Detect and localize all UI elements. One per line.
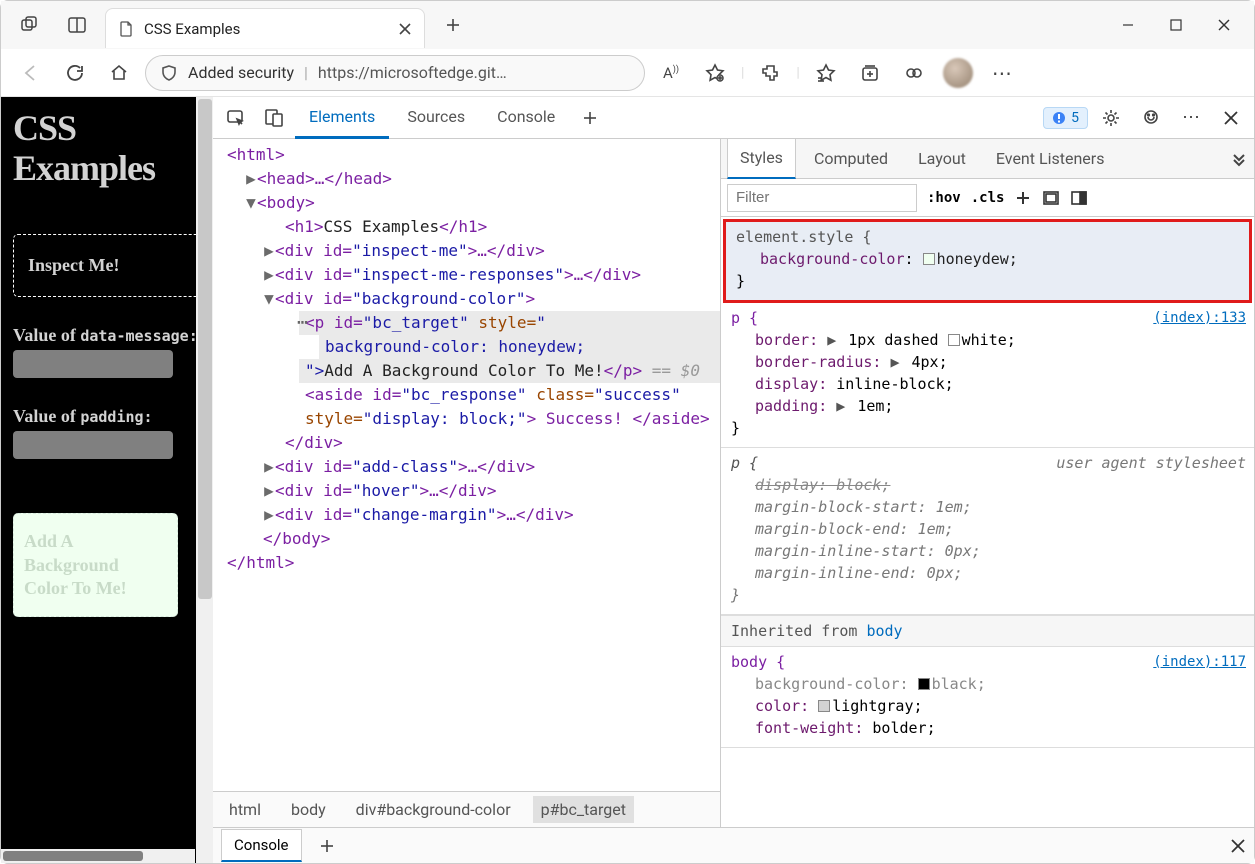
drawer-add-icon[interactable] — [310, 829, 344, 863]
toggle-rendering-icon[interactable] — [1070, 189, 1088, 207]
tab-sources[interactable]: Sources — [393, 97, 479, 139]
split-screen-icon[interactable] — [57, 5, 97, 45]
close-drawer-icon[interactable] — [1230, 838, 1246, 854]
breadcrumb-p[interactable]: p#bc_target — [533, 796, 634, 823]
close-tab-icon[interactable] — [398, 22, 412, 36]
feedback-icon[interactable] — [1134, 101, 1168, 135]
value-label-padding: Value of padding: — [13, 406, 201, 427]
address-bar[interactable]: Added security | https://microsoftedge.g… — [145, 55, 645, 91]
settings-icon[interactable] — [1094, 101, 1128, 135]
minimize-button[interactable] — [1106, 7, 1150, 43]
tab-elements[interactable]: Elements — [295, 97, 389, 139]
element-style-rule[interactable]: element.style { background-color: honeyd… — [723, 219, 1252, 303]
browser-essentials-icon[interactable] — [896, 55, 932, 91]
styles-more-icon[interactable] — [1230, 150, 1248, 168]
devtools: Elements Sources Console 5 ⋯ — [213, 97, 1254, 863]
home-button[interactable] — [101, 55, 137, 91]
body-rule[interactable]: (index):117 body { background-color: bla… — [721, 647, 1254, 748]
more-menu-button[interactable]: ⋯ — [984, 55, 1020, 91]
extensions-icon[interactable] — [752, 55, 788, 91]
devtools-more-icon[interactable]: ⋯ — [1174, 101, 1208, 135]
devtools-body: <html> ▶<head>…</head> ▼<body> <h1>CSS E… — [213, 139, 1254, 827]
dom-panel: <html> ▶<head>…</head> ▼<body> <h1>CSS E… — [213, 139, 721, 827]
shield-icon — [160, 64, 178, 82]
breadcrumb-body[interactable]: body — [283, 796, 334, 823]
cls-toggle[interactable]: .cls — [971, 190, 1005, 206]
tab-styles[interactable]: Styles — [727, 139, 796, 179]
vertical-scrollbar[interactable] — [196, 97, 213, 863]
styles-panel: Styles Computed Layout Event Listeners :… — [721, 139, 1254, 827]
rule-source-link-body[interactable]: (index):117 — [1153, 651, 1246, 673]
dom-breadcrumbs: html body div#background-color p#bc_targ… — [213, 791, 720, 827]
close-devtools-icon[interactable] — [1214, 101, 1248, 135]
issues-badge[interactable]: 5 — [1043, 107, 1088, 129]
hov-toggle[interactable]: :hov — [927, 190, 961, 206]
read-aloud-icon[interactable]: A)) — [653, 55, 689, 91]
selected-dom-node[interactable]: <p id="bc_target" style=" — [299, 311, 720, 335]
breadcrumb-div[interactable]: div#background-color — [348, 796, 519, 823]
device-toolbar-icon[interactable] — [257, 101, 291, 135]
inspect-me-box[interactable]: Inspect Me! — [13, 234, 201, 297]
add-tab-icon[interactable] — [573, 101, 607, 135]
tab-console[interactable]: Console — [483, 97, 569, 139]
new-tab-button[interactable] — [433, 5, 473, 45]
console-drawer: Console — [213, 827, 1254, 863]
browser-tab[interactable]: CSS Examples — [105, 8, 425, 48]
ua-p-rule[interactable]: user agent stylesheet p { display: block… — [721, 448, 1254, 615]
value-label-datamessage: Value of data-message: — [13, 325, 201, 346]
url-text: https://microsoftedge.git… — [318, 63, 507, 82]
styles-tab-bar: Styles Computed Layout Event Listeners — [721, 139, 1254, 179]
issue-count: 5 — [1071, 110, 1079, 126]
favorites-list-icon[interactable] — [808, 55, 844, 91]
content-area: CSS Examples Inspect Me! Value of data-m… — [1, 97, 1254, 863]
data-message-input[interactable] — [13, 350, 173, 378]
tab-layout[interactable]: Layout — [906, 139, 978, 179]
dom-tree[interactable]: <html> ▶<head>…</head> ▼<body> <h1>CSS E… — [213, 139, 720, 791]
maximize-button[interactable] — [1154, 7, 1198, 43]
tab-computed[interactable]: Computed — [802, 139, 900, 179]
p-rule[interactable]: (index):133 p { border: ▶ 1px dashed whi… — [721, 303, 1254, 448]
drawer-tab-console[interactable]: Console — [221, 829, 302, 862]
close-window-button[interactable] — [1202, 7, 1246, 43]
styles-filter-row: :hov .cls — [721, 179, 1254, 217]
back-button[interactable] — [13, 55, 49, 91]
collections-icon[interactable] — [852, 55, 888, 91]
browser-tab-strip: CSS Examples — [1, 1, 1254, 49]
inspect-element-icon[interactable] — [219, 101, 253, 135]
new-style-rule-icon[interactable] — [1014, 189, 1032, 207]
page-icon — [118, 21, 134, 37]
page-heading: CSS Examples — [13, 109, 201, 188]
toolbar: Added security | https://microsoftedge.g… — [1, 49, 1254, 97]
security-label: Added security — [188, 63, 294, 82]
rule-source-link[interactable]: (index):133 — [1153, 307, 1246, 329]
computed-sidebar-icon[interactable] — [1042, 189, 1060, 207]
window-controls — [1106, 7, 1246, 43]
background-color-box[interactable]: Add A Background Color To Me! — [13, 513, 178, 617]
profile-avatar[interactable] — [940, 55, 976, 91]
rendered-page: CSS Examples Inspect Me! Value of data-m… — [1, 97, 213, 863]
tab-overview-icon[interactable] — [9, 5, 49, 45]
favorite-icon[interactable] — [697, 55, 733, 91]
tab-event-listeners[interactable]: Event Listeners — [984, 139, 1117, 179]
refresh-button[interactable] — [57, 55, 93, 91]
inherited-header: Inherited from body — [721, 615, 1254, 647]
styles-filter-input[interactable] — [727, 184, 917, 212]
padding-input[interactable] — [13, 431, 173, 459]
devtools-tab-bar: Elements Sources Console 5 ⋯ — [213, 97, 1254, 139]
styles-rules[interactable]: element.style { background-color: honeyd… — [721, 217, 1254, 827]
horizontal-scrollbar[interactable] — [1, 849, 195, 863]
breadcrumb-html[interactable]: html — [221, 796, 269, 823]
tab-title: CSS Examples — [144, 20, 388, 38]
